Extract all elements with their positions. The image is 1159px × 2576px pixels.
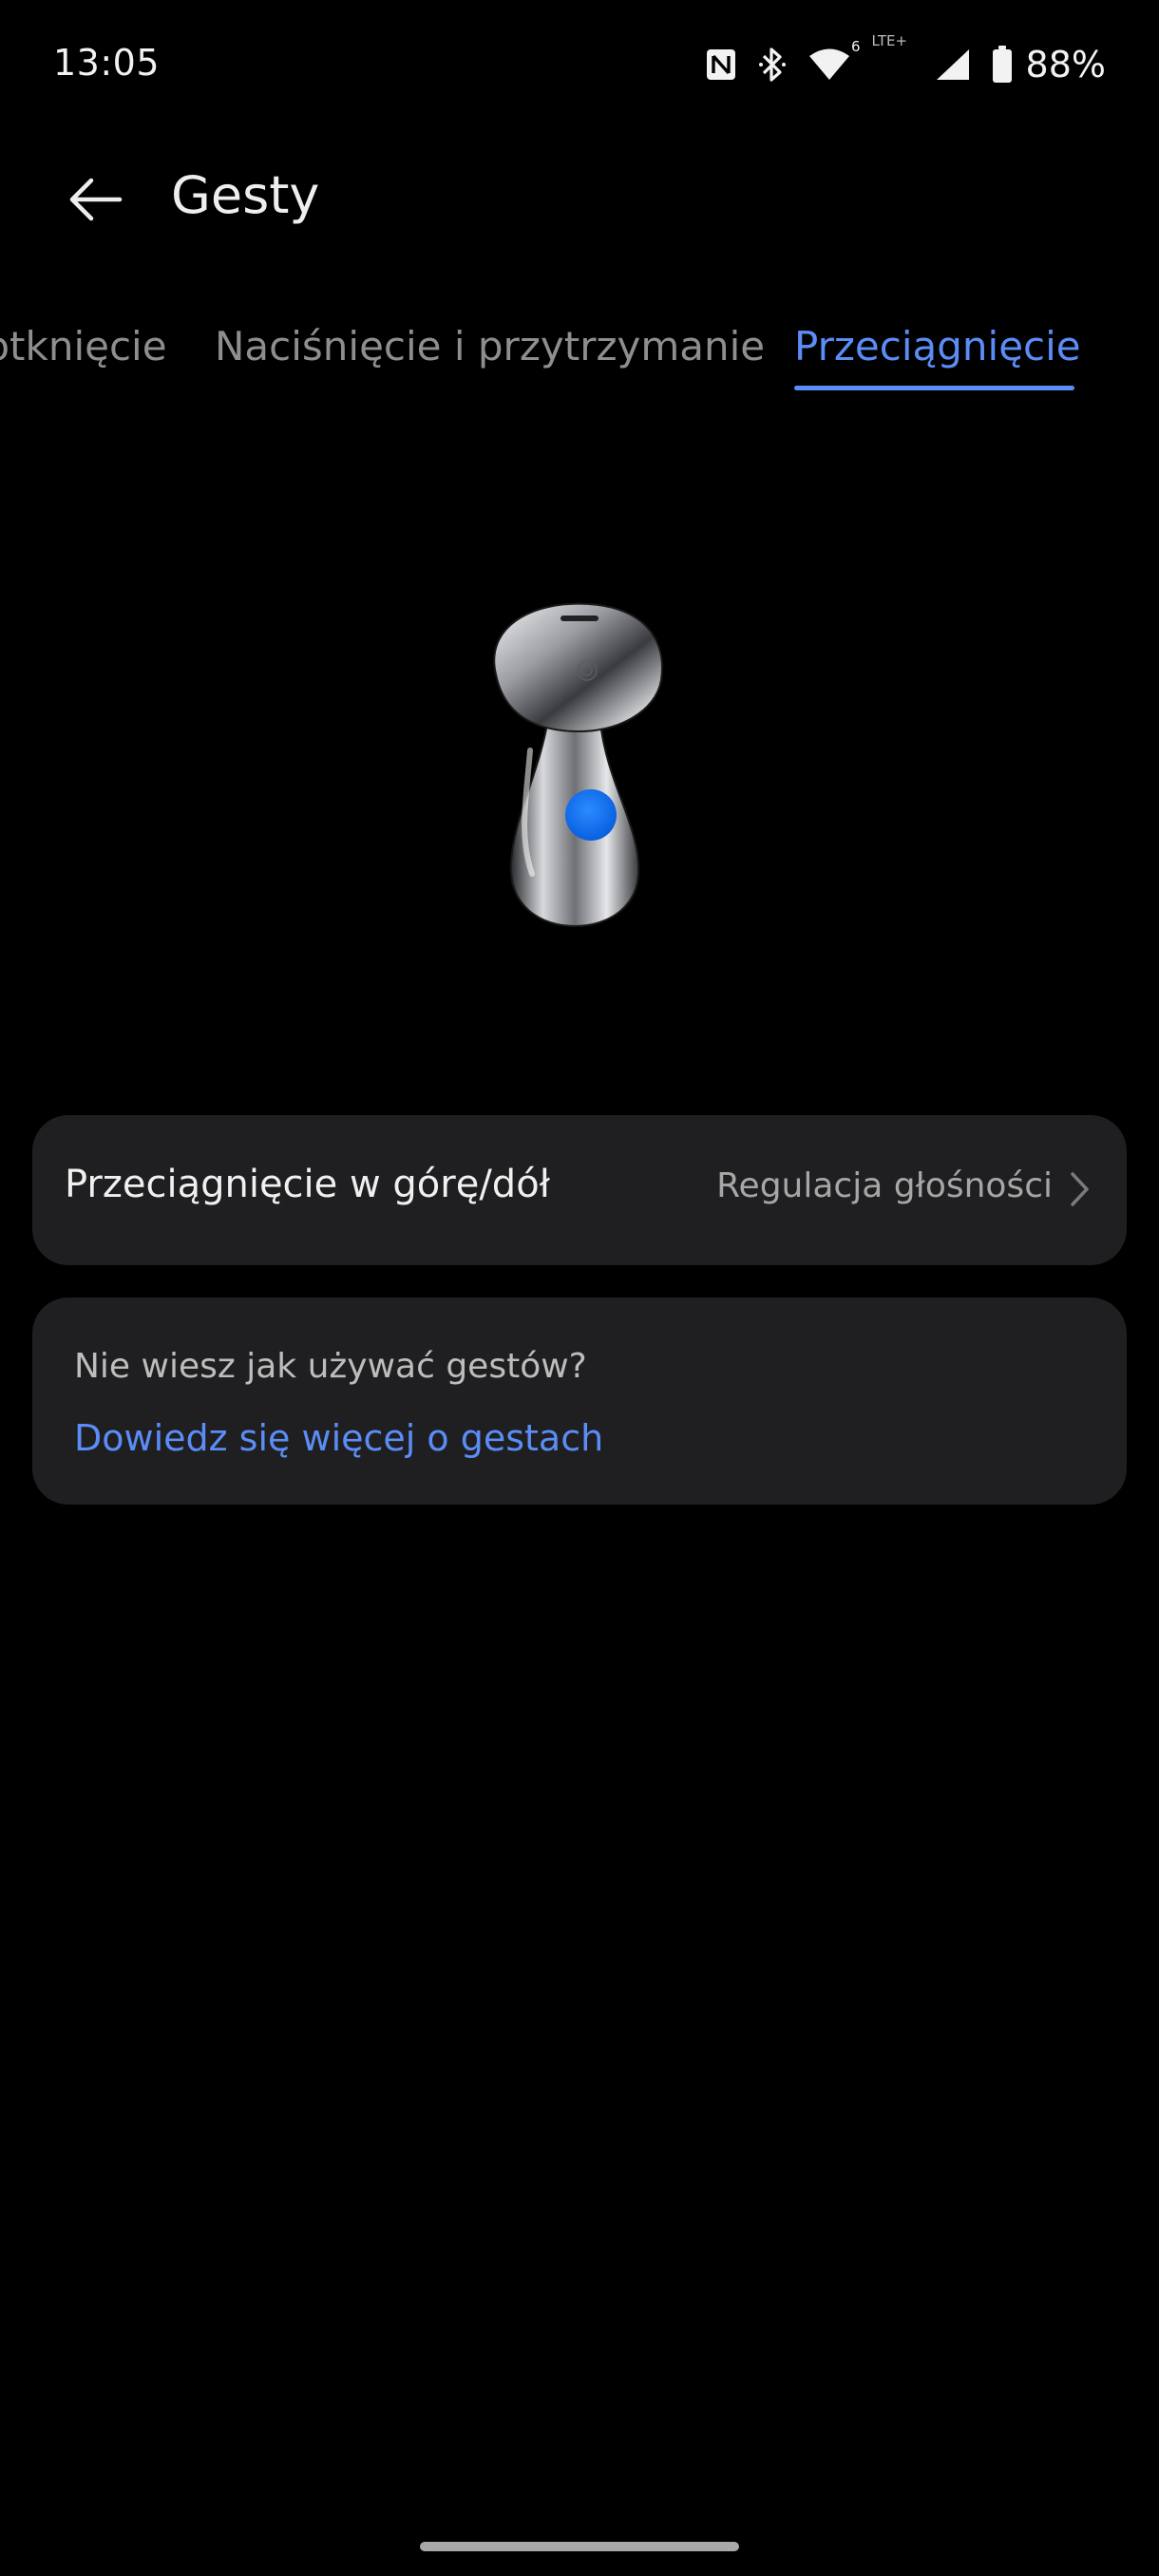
battery-icon [992,46,1013,84]
gesture-tabs: Dotknięcie Naciśnięcie i przytrzymanie P… [0,315,1159,401]
status-time: 13:05 [53,42,161,84]
bluetooth-icon [758,46,787,84]
earbud-illustration [475,589,684,940]
arrow-left-icon [69,178,123,221]
tab-swipe[interactable]: Przeciągnięcie [794,323,1081,369]
learn-more-link[interactable]: Dowiedz się więcej o gestach [74,1417,603,1459]
earbud-image [493,602,663,928]
network-type: LTE+ [872,32,914,84]
battery-percent: 88% [1025,44,1106,85]
status-bar: 13:05 6 LTE+ 88% [0,0,1159,129]
tab-press-and-hold[interactable]: Naciśnięcie i przytrzymanie [215,323,765,369]
status-icons: 6 LTE+ 88% [705,32,1106,91]
setting-label: Przeciągnięcie w górę/dół [65,1163,551,1206]
network-label: LTE+ [871,32,908,49]
wifi-badge: 6 [850,38,861,55]
gesture-help-card: Nie wiesz jak używać gestów? Dowiedz się… [32,1297,1127,1505]
back-button[interactable] [57,161,133,237]
tab-tap[interactable]: Dotknięcie [0,323,167,369]
page-title: Gesty [171,165,320,225]
nfc-icon [705,47,737,82]
swipe-setting-row[interactable]: Przeciągnięcie w górę/dół Regulacja głoś… [32,1115,1127,1265]
gesture-dot [565,789,617,841]
chevron-right-icon [1071,1172,1089,1206]
signal-icon [935,47,971,82]
wifi-icon: 6 [808,38,861,82]
gesture-nav-handle[interactable] [420,2542,739,2551]
tab-selected-indicator [794,386,1074,390]
help-question: Nie wiesz jak używać gestów? [74,1347,587,1386]
app-bar: Gesty [0,152,1159,237]
setting-value: Regulacja głośności [716,1166,1053,1205]
